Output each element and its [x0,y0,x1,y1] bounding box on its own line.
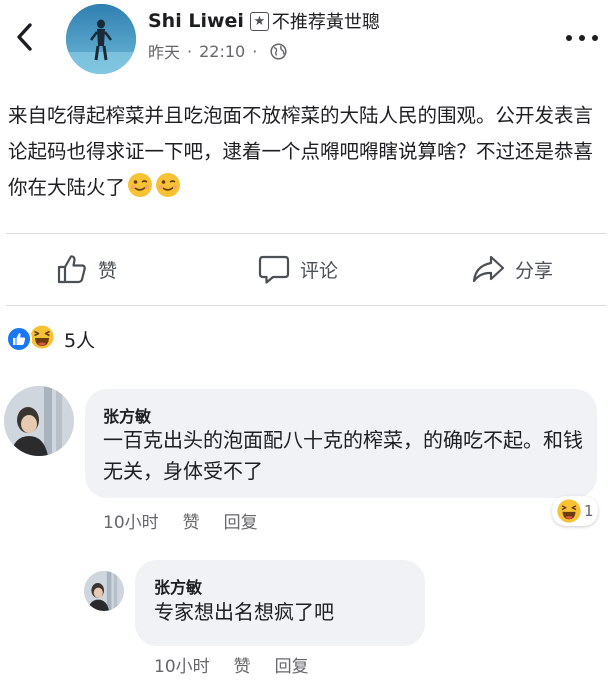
comment-time: 10小时 [103,513,159,533]
thumbs-up-icon [57,255,86,284]
user-name[interactable]: Shi Liwei [148,10,244,32]
comment-button[interactable]: 评论 [258,249,338,289]
comment-author[interactable]: 张方敏 [103,403,151,427]
like-reaction-icon [6,326,32,352]
speech-bubble-icon [258,255,290,284]
time-day: 昨天 [148,43,181,62]
haha-emoji-icon [557,499,581,523]
comment-meta: 10小时 赞 回复 [103,508,282,533]
comment-text: 一百克出头的泡面配八十克的榨菜，的确吃不起。和钱无关，身体受不了 [103,428,583,483]
more-dots-icon [566,35,572,41]
comment-reaction[interactable]: 1 [552,496,598,526]
comment-reply-link[interactable]: 回复 [224,508,258,533]
comment-avatar[interactable] [4,386,74,456]
time-separator: · [187,41,193,61]
comment-label: 评论 [300,259,339,282]
share-label: 分享 [515,259,554,282]
post-text: 来自吃得起榨菜并且吃泡面不放榨菜的大陆人民的围观。公开发表言论起码也得求证一下吧… [8,104,594,199]
divider-bottom [6,305,606,306]
haha-emoji-icon [28,323,56,355]
share-arrow-icon [472,255,505,283]
reaction-count: 5人 [64,329,96,352]
post-timestamp: 昨天 · 22:10 · [148,39,287,63]
wink-emoji-icon [155,172,181,210]
more-options-button[interactable] [566,28,598,48]
star-badge-icon: ★ [249,11,269,31]
user-note: 不推荐黃世聰 [271,12,380,33]
wink-emoji-icon [127,172,153,210]
reply-reply-link[interactable]: 回复 [275,652,309,677]
post-header: Shi Liwei ★ 不推荐黃世聰 昨天 · 22:10 · [0,0,612,78]
reactions-summary[interactable]: 5人 [6,323,95,355]
like-button[interactable]: 赞 [56,249,117,289]
back-button[interactable] [10,20,40,54]
reply-text: 专家想出名想疯了吧 [154,600,334,624]
avatar-image [84,571,124,611]
time-separator-2: · [252,41,258,61]
comment-reaction-count: 1 [584,502,594,520]
avatar-image [66,4,136,74]
chevron-left-icon [17,23,32,51]
poster-avatar[interactable] [66,4,136,74]
time-clock: 22:10 [199,41,246,61]
reply-time: 10小时 [154,657,210,677]
user-line: Shi Liwei ★ 不推荐黃世聰 [148,8,380,34]
share-button[interactable]: 分享 [471,249,553,289]
reply-like-link[interactable]: 赞 [234,652,251,677]
reply-avatar[interactable] [84,571,124,611]
avatar-image [4,386,74,456]
globe-icon [270,42,287,60]
post-body: 来自吃得起榨菜并且吃泡面不放榨菜的大陆人民的围观。公开发表言论起码也得求证一下吧… [8,98,606,210]
divider-top [6,233,606,234]
reply-author[interactable]: 张方敏 [154,574,202,598]
reply-meta: 10小时 赞 回复 [154,652,333,677]
comment-like-link[interactable]: 赞 [183,508,200,533]
like-label: 赞 [98,259,118,282]
